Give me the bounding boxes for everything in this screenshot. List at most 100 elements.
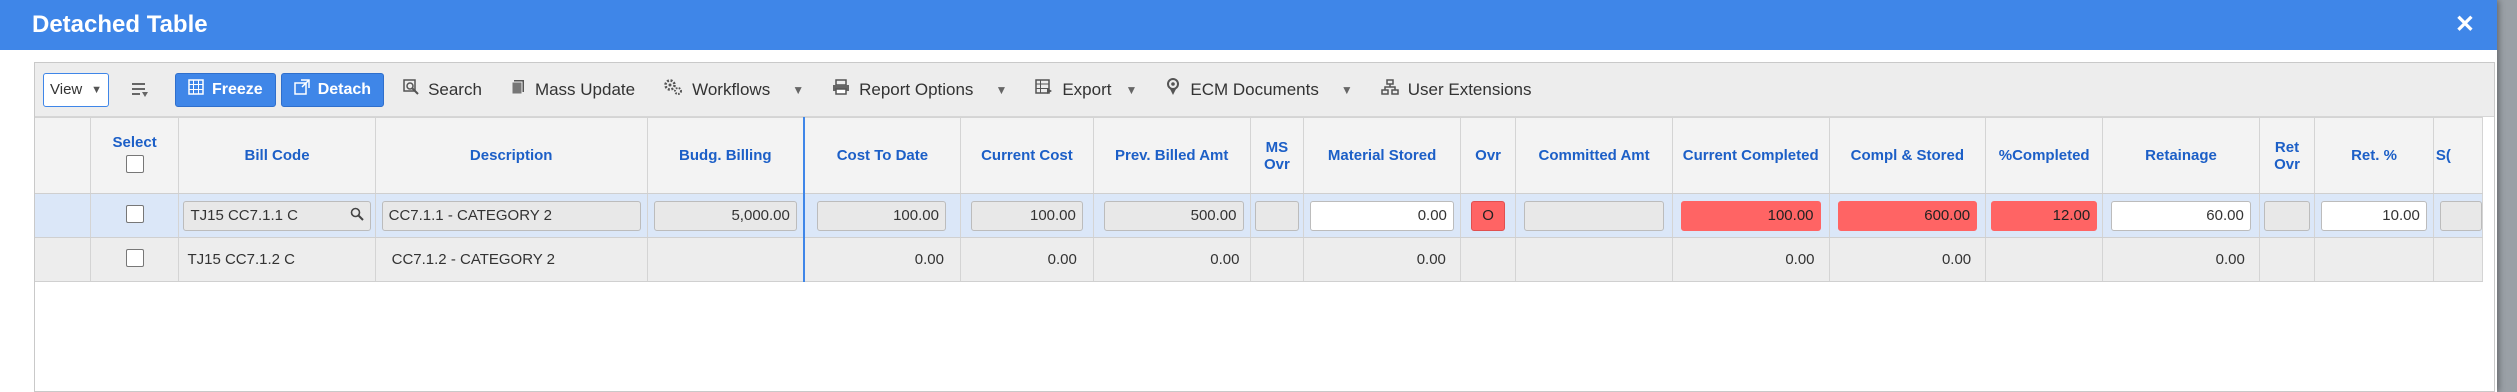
- current-completed-column-header[interactable]: Current Completed: [1672, 117, 1830, 194]
- header-row: Select Bill Code Description Budg. Billi…: [35, 117, 2484, 194]
- cost-to-date-cell[interactable]: 0.00: [803, 237, 961, 282]
- search-icon[interactable]: [350, 207, 364, 225]
- committed-amt-cell[interactable]: [1515, 237, 1673, 282]
- pct-completed-column-header[interactable]: %Completed: [1985, 117, 2104, 194]
- ecm-documents-menu[interactable]: ECM Documents ▼: [1165, 78, 1353, 101]
- workflows-menu[interactable]: Workflows ▼: [663, 78, 804, 101]
- freeze-button[interactable]: Freeze: [175, 72, 276, 107]
- budg-billing-cell[interactable]: [647, 237, 805, 282]
- gears-icon: [663, 78, 683, 101]
- ms-ovr-field[interactable]: [1254, 200, 1300, 231]
- mass-update-button[interactable]: Mass Update: [510, 79, 635, 100]
- user-extensions-button[interactable]: User Extensions: [1380, 79, 1532, 100]
- pct-completed-field[interactable]: 12.00: [1991, 200, 2098, 231]
- ovr-column-header[interactable]: Ovr: [1460, 117, 1517, 194]
- report-options-label: Report Options: [859, 79, 974, 99]
- budg-billing-field[interactable]: 5,000.00: [653, 200, 797, 231]
- row-marker: [35, 237, 91, 282]
- ret-ovr-column-header[interactable]: Ret Ovr: [2259, 117, 2316, 194]
- truncated-cell[interactable]: [2433, 237, 2484, 282]
- current-cost-column-header[interactable]: Current Cost: [960, 117, 1094, 194]
- detach-icon: [293, 79, 310, 100]
- close-icon[interactable]: ✕: [2455, 13, 2475, 37]
- detach-button[interactable]: Detach: [280, 72, 385, 107]
- compl-stored-cell[interactable]: 0.00: [1829, 237, 1987, 282]
- row-marker: [35, 193, 91, 238]
- budg-billing-column-header[interactable]: Budg. Billing: [647, 117, 805, 194]
- bill-code-cell[interactable]: TJ15 CC7.1.2 C: [178, 237, 376, 282]
- export-label: Export: [1062, 79, 1112, 99]
- bill-code-column-header[interactable]: Bill Code: [178, 117, 376, 194]
- data-grid: Select Bill Code Description Budg. Billi…: [35, 117, 2494, 282]
- view-dropdown[interactable]: View ▼: [43, 72, 109, 107]
- title-bar: Detached Table ✕: [0, 0, 2497, 50]
- compl-stored-column-header[interactable]: Compl & Stored: [1829, 117, 1987, 194]
- current-completed-cell[interactable]: 0.00: [1672, 237, 1830, 282]
- select-all-checkbox[interactable]: [125, 155, 144, 173]
- search-label: Search: [428, 79, 482, 99]
- committed-amt-field[interactable]: [1524, 200, 1664, 231]
- retainage-column-header[interactable]: Retainage: [2102, 117, 2260, 194]
- ret-pct-column-header[interactable]: Ret. %: [2314, 117, 2434, 194]
- ovr-cell[interactable]: [1460, 237, 1517, 282]
- chevron-down-icon: ▼: [91, 83, 102, 96]
- ret-pct-cell[interactable]: [2314, 237, 2434, 282]
- export-menu[interactable]: Export ▼: [1035, 79, 1137, 100]
- report-options-menu[interactable]: Report Options ▼: [832, 79, 1007, 100]
- print-icon: [832, 79, 850, 100]
- mass-update-icon: [510, 79, 526, 100]
- truncated-field[interactable]: [2439, 200, 2482, 231]
- truncated-column-header[interactable]: S(: [2433, 117, 2484, 194]
- committed-amt-column-header[interactable]: Committed Amt: [1515, 117, 1673, 194]
- mass-update-label: Mass Update: [534, 79, 636, 99]
- current-cost-cell[interactable]: 0.00: [960, 237, 1094, 282]
- search-icon: [403, 79, 419, 100]
- detached-table-window: Detached Table ✕ View ▼ Freeze Detach Se…: [0, 0, 2497, 392]
- description-field[interactable]: CC7.1.1 - CATEGORY 2: [381, 200, 641, 231]
- cost-to-date-field[interactable]: 100.00: [816, 200, 946, 231]
- description-column-header[interactable]: Description: [375, 117, 648, 194]
- search-button[interactable]: Search: [403, 79, 482, 100]
- user-extensions-label: User Extensions: [1407, 79, 1532, 99]
- hierarchy-icon: [1380, 79, 1399, 100]
- prev-billed-amt-cell[interactable]: 0.00: [1093, 237, 1251, 282]
- cost-to-date-column-header[interactable]: Cost To Date: [803, 117, 961, 194]
- ms-ovr-cell[interactable]: [1250, 237, 1305, 282]
- current-cost-field[interactable]: 100.00: [970, 200, 1083, 231]
- description-cell[interactable]: CC7.1.2 - CATEGORY 2: [375, 237, 648, 282]
- table-row[interactable]: TJ15 CC7.1.2 C CC7.1.2 - CATEGORY 2 0.00…: [35, 237, 2484, 282]
- document-pin-icon: [1165, 78, 1181, 101]
- filter-icon[interactable]: [127, 80, 153, 100]
- ret-ovr-cell[interactable]: [2259, 237, 2316, 282]
- select-column-header[interactable]: Select: [90, 117, 180, 194]
- compl-stored-field[interactable]: 600.00: [1837, 200, 1978, 231]
- ovr-flag[interactable]: O: [1471, 200, 1506, 231]
- current-completed-field[interactable]: 100.00: [1680, 200, 1821, 231]
- grid-icon: [188, 79, 204, 100]
- chevron-down-icon: ▼: [1125, 82, 1138, 97]
- material-stored-column-header[interactable]: Material Stored: [1303, 117, 1461, 194]
- retainage-field[interactable]: 60.00: [2111, 200, 2251, 231]
- pct-completed-cell[interactable]: [1985, 237, 2104, 282]
- row-checkbox[interactable]: [125, 204, 144, 223]
- row-marker-header: [35, 117, 91, 194]
- prev-billed-amt-column-header[interactable]: Prev. Billed Amt: [1093, 117, 1251, 194]
- ret-pct-field[interactable]: 10.00: [2321, 200, 2427, 231]
- prev-billed-amt-field[interactable]: 500.00: [1103, 200, 1244, 231]
- material-stored-cell[interactable]: 0.00: [1303, 237, 1461, 282]
- table-row[interactable]: TJ15 CC7.1.1 C CC7.1.1 - CATEGORY 2 5,00…: [35, 193, 2484, 238]
- material-stored-field[interactable]: 0.00: [1310, 200, 1454, 231]
- window-title: Detached Table: [32, 11, 208, 38]
- detach-label: Detach: [317, 80, 372, 98]
- retainage-cell[interactable]: 0.00: [2102, 237, 2260, 282]
- select-header-label: Select: [112, 134, 157, 151]
- ret-ovr-field[interactable]: [2263, 200, 2311, 231]
- row-checkbox[interactable]: [125, 248, 144, 267]
- ms-ovr-column-header[interactable]: MS Ovr: [1250, 117, 1305, 194]
- workflows-label: Workflows: [692, 79, 771, 99]
- export-table-icon: [1035, 79, 1053, 100]
- chevron-down-icon: ▼: [995, 82, 1008, 97]
- bill-code-field[interactable]: TJ15 CC7.1.1 C: [183, 200, 371, 231]
- table-panel: View ▼ Freeze Detach Search Mass Update …: [34, 62, 2495, 392]
- ecm-documents-label: ECM Documents: [1190, 79, 1319, 99]
